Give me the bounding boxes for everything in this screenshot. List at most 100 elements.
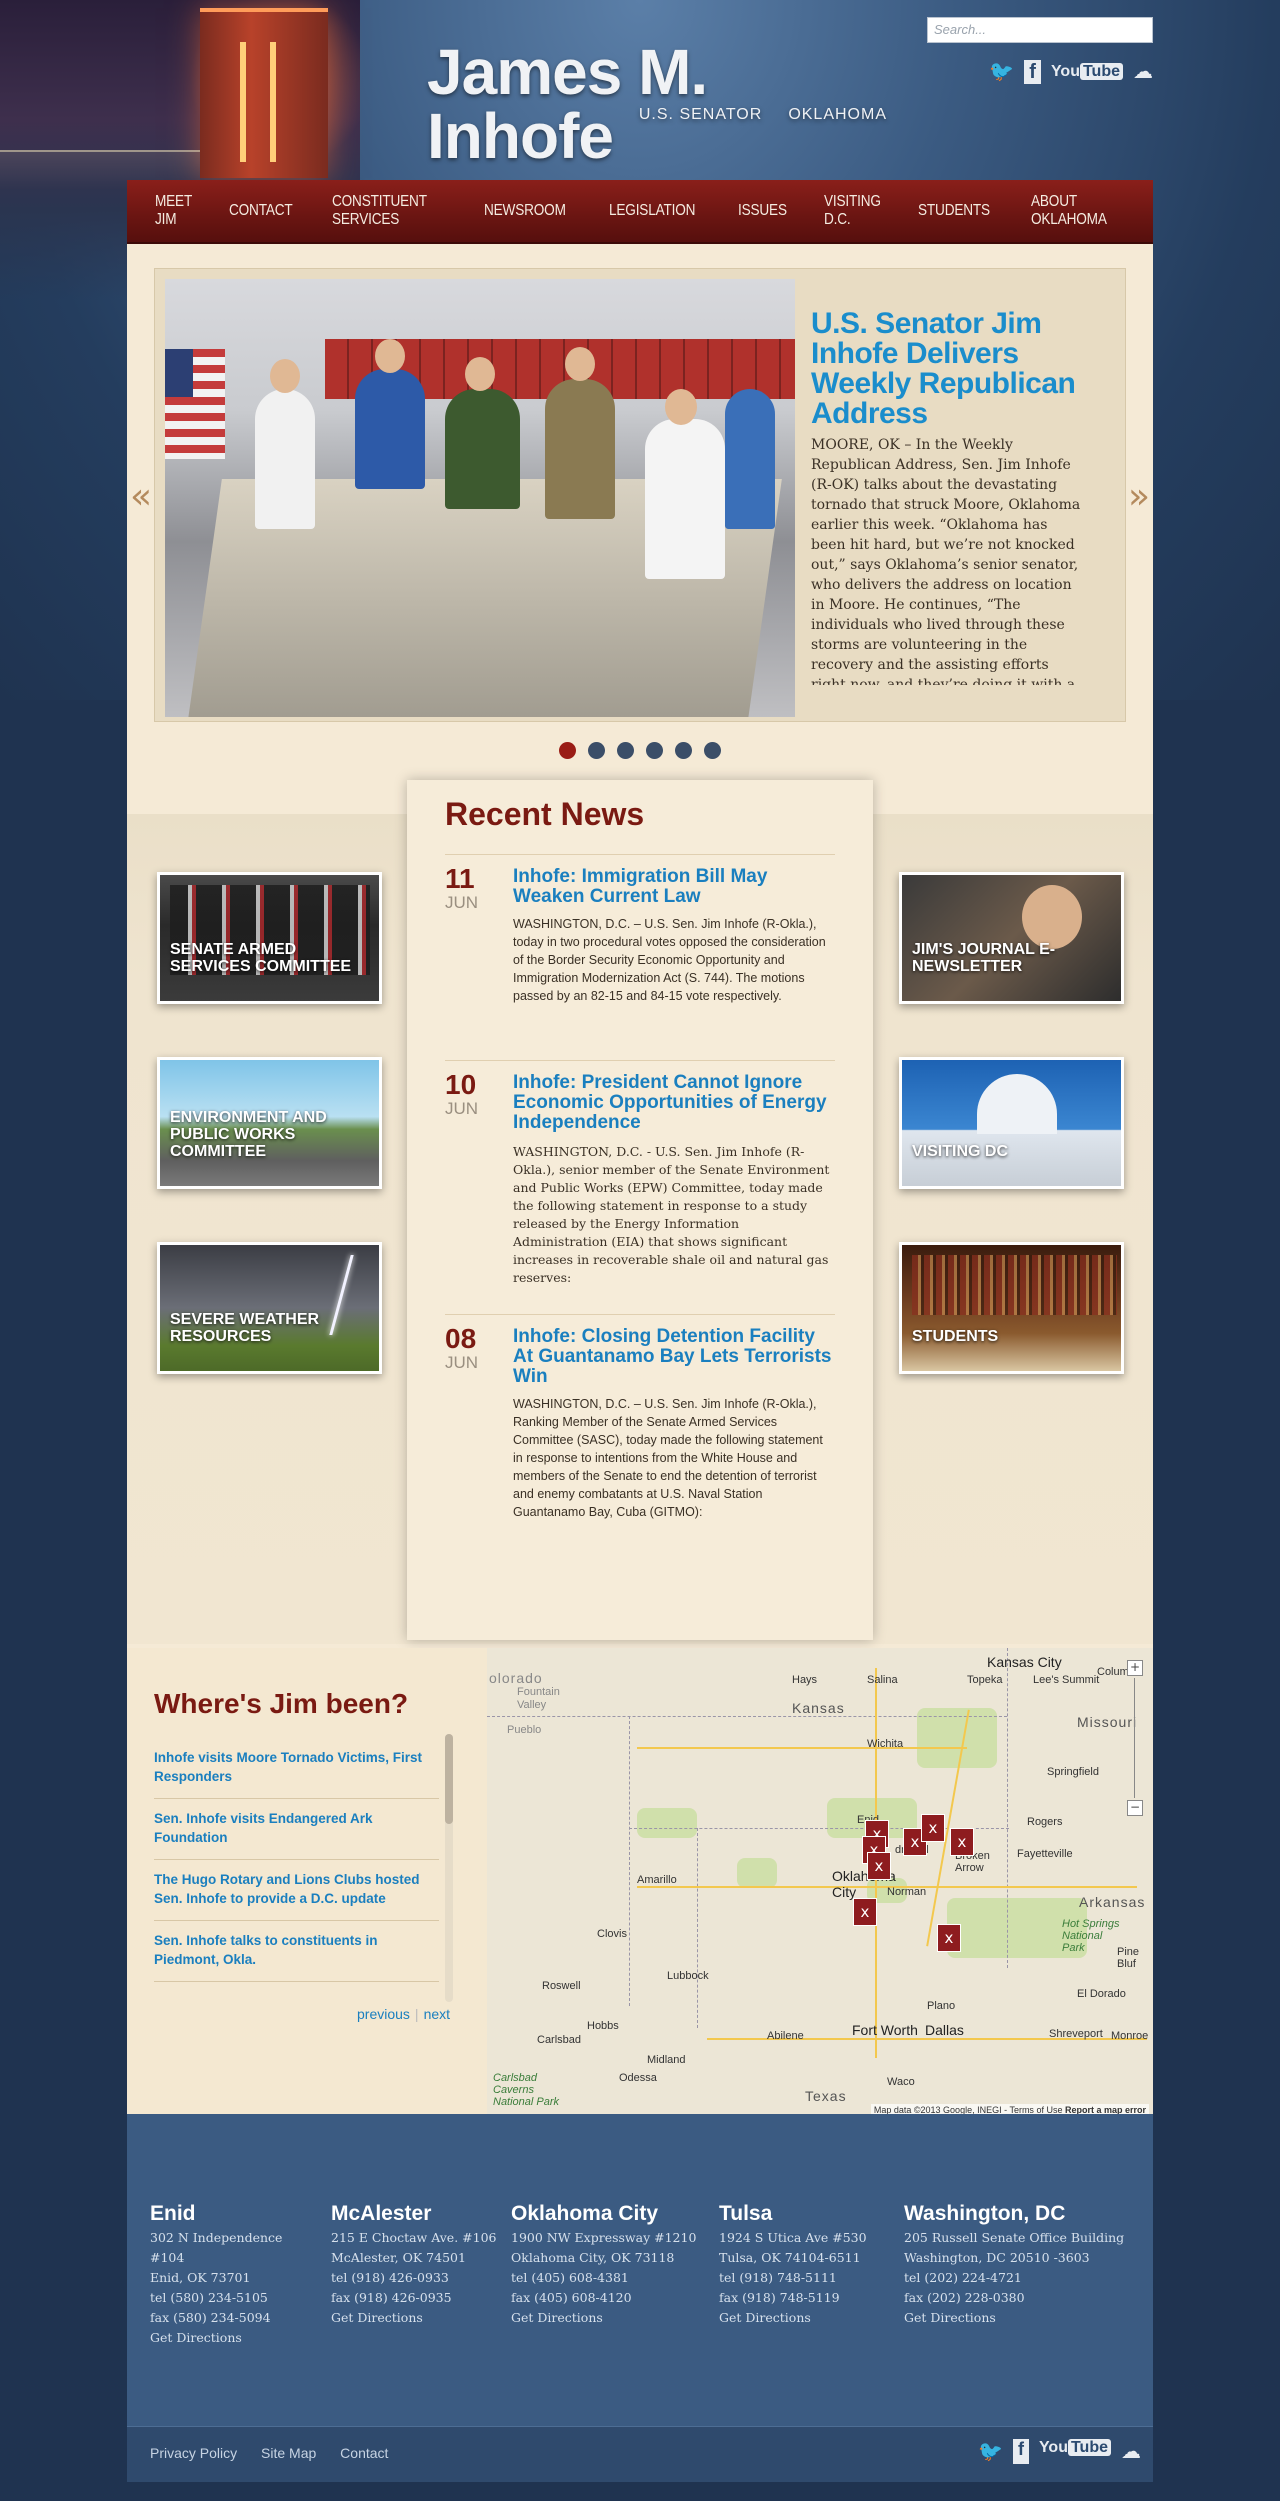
slide-photo[interactable] xyxy=(165,279,795,717)
tile-label: Senate Armed Services Committee xyxy=(170,941,352,975)
map-marker[interactable]: x xyxy=(921,1814,945,1842)
contact-link[interactable]: Contact xyxy=(340,2445,388,2461)
logo-name: James M. Inhofe xyxy=(427,36,708,172)
nav-students[interactable]: STUDENTS xyxy=(918,202,990,220)
flickr-icon[interactable]: ☁ xyxy=(1121,2439,1141,2464)
list-item[interactable]: Sen. Inhofe visits Endangered Ark Founda… xyxy=(154,1799,439,1860)
next-link[interactable]: next xyxy=(424,2006,450,2022)
get-directions-link[interactable]: Get Directions xyxy=(150,2328,310,2348)
map-label: Springfield xyxy=(1047,1766,1099,1778)
tile-visiting-dc[interactable]: Visiting DC xyxy=(899,1057,1124,1189)
news-day: 11 xyxy=(445,863,475,894)
site-header: James M. Inhofe U.S. SENATOR OKLAHOMA Sea… xyxy=(127,0,1153,180)
slider-dot-6[interactable] xyxy=(704,742,721,759)
map-label: Amarillo xyxy=(637,1874,677,1886)
map-label: Texas xyxy=(805,2088,847,2104)
zoom-out-button[interactable]: − xyxy=(1127,1800,1143,1816)
scrollbar-thumb[interactable] xyxy=(445,1734,453,1824)
office-city: Washington, DC xyxy=(904,2202,1066,2225)
map-label: Dallas xyxy=(925,2022,964,2038)
news-month: JUN xyxy=(445,1099,479,1118)
nav-visiting-dc[interactable]: VISITING D.C. xyxy=(824,193,881,229)
office-phone: tel (202) 224-4721 xyxy=(904,2270,1022,2285)
slider-dot-5[interactable] xyxy=(675,742,692,759)
tile-environment[interactable]: Environment and Public Works Committee xyxy=(157,1057,382,1189)
zoom-in-button[interactable]: + xyxy=(1127,1660,1143,1676)
footer-social-links: 🐦 f You Tube ☁ xyxy=(978,2439,1141,2464)
slide-title[interactable]: U.S. Senator Jim Inhofe Delivers Weekly … xyxy=(811,309,1081,429)
map-label: Kansas City xyxy=(987,1654,1062,1670)
office-phone: tel (918) 426-0933 xyxy=(331,2270,449,2285)
privacy-policy-link[interactable]: Privacy Policy xyxy=(150,2445,237,2461)
map-label: Carlsbad Caverns National Park xyxy=(493,2072,560,2108)
twitter-icon[interactable]: 🐦 xyxy=(989,60,1014,84)
list-item[interactable]: Inhofe visits Moore Tornado Victims, Fir… xyxy=(154,1738,439,1799)
get-directions-link[interactable]: Get Directions xyxy=(331,2308,501,2328)
list-item[interactable]: Sen. Inhofe talks to constituents in Pie… xyxy=(154,1921,439,1982)
youtube-icon[interactable]: You Tube xyxy=(1051,63,1123,81)
news-title[interactable]: Inhofe: Closing Detention Facility At Gu… xyxy=(513,1327,835,1387)
map-label: Carlsbad xyxy=(537,2034,582,2046)
nav-newsroom[interactable]: NEWSROOM xyxy=(484,202,566,220)
get-directions-link[interactable]: Get Directions xyxy=(904,2308,1144,2328)
list-item[interactable]: The Hugo Rotary and Lions Clubs hosted S… xyxy=(154,1860,439,1921)
capitol-dome xyxy=(977,1074,1057,1134)
map-label: Plano xyxy=(927,2000,956,2012)
slider-dot-1[interactable] xyxy=(559,742,576,759)
list-scrollbar[interactable] xyxy=(445,1734,453,2002)
tile-jims-journal[interactable]: Jim's Journal E-Newsletter xyxy=(899,872,1124,1004)
office-address: 205 Russell Senate Office Building xyxy=(904,2230,1125,2245)
nav-contact[interactable]: CONTACT xyxy=(229,202,293,220)
tile-students[interactable]: Students xyxy=(899,1242,1124,1374)
search-input[interactable]: Search... xyxy=(927,17,1153,43)
map-marker[interactable]: x xyxy=(950,1828,974,1856)
office-address: 1900 NW Expressway #1210 xyxy=(511,2230,697,2245)
nav-meet-jim[interactable]: MEET JIM xyxy=(155,193,194,229)
slider-prev-button[interactable]: « xyxy=(130,476,152,517)
google-map[interactable]: Kansas City Kansas Topeka Hays Salina Le… xyxy=(487,1648,1153,2118)
news-title[interactable]: Inhofe: Immigration Bill May Weaken Curr… xyxy=(513,867,835,907)
slider-next-button[interactable]: » xyxy=(1128,476,1150,517)
nav-legislation[interactable]: LEGISLATION xyxy=(609,202,695,220)
facebook-icon[interactable]: f xyxy=(1012,2439,1029,2464)
photo-person xyxy=(665,389,697,425)
office-fax: fax (918) 748-5119 xyxy=(719,2290,840,2305)
site-footer: Enid 302 N Independence #104 Enid, OK 73… xyxy=(127,2114,1153,2482)
flickr-icon[interactable]: ☁ xyxy=(1133,60,1153,84)
wheres-jim-list: Inhofe visits Moore Tornado Victims, Fir… xyxy=(154,1738,439,1982)
map-marker[interactable]: x xyxy=(937,1924,961,1952)
tile-label: Environment and Public Works Committee xyxy=(170,1109,327,1160)
previous-link[interactable]: previous xyxy=(357,2006,410,2022)
zoom-slider[interactable] xyxy=(1134,1678,1136,1798)
wheres-jim-heading: Where's Jim been? xyxy=(154,1688,409,1719)
map-label: Odessa xyxy=(619,2072,657,2084)
office-fax: fax (202) 228-0380 xyxy=(904,2290,1025,2305)
map-label: Hot Springs National Park xyxy=(1062,1918,1120,1954)
nav-about-oklahoma[interactable]: ABOUT OKLAHOMA xyxy=(1031,193,1111,229)
get-directions-link[interactable]: Get Directions xyxy=(511,2308,711,2328)
map-marker[interactable]: x xyxy=(867,1852,891,1880)
twitter-icon[interactable]: 🐦 xyxy=(978,2439,1003,2464)
youtube-icon[interactable]: You Tube xyxy=(1039,2439,1111,2464)
youtube-tube: Tube xyxy=(1067,2439,1111,2456)
office-address: Washington, DC 20510 -3603 xyxy=(904,2250,1090,2265)
slider-dot-4[interactable] xyxy=(646,742,663,759)
office-oklahoma-city: Oklahoma City 1900 NW Expressway #1210 O… xyxy=(511,2203,711,2328)
map-label: Norman xyxy=(887,1886,927,1898)
site-logo[interactable]: James M. Inhofe U.S. SENATOR OKLAHOMA xyxy=(427,40,887,168)
tile-label: Visiting DC xyxy=(912,1143,1009,1160)
slider-dot-3[interactable] xyxy=(617,742,634,759)
get-directions-link[interactable]: Get Directions xyxy=(719,2308,899,2328)
slider-dot-2[interactable] xyxy=(588,742,605,759)
nav-issues[interactable]: ISSUES xyxy=(738,202,787,220)
news-date: 10 JUN xyxy=(445,1071,499,1119)
tile-severe-weather[interactable]: Severe Weather Resources xyxy=(157,1242,382,1374)
news-title[interactable]: Inhofe: President Cannot Ignore Economic… xyxy=(513,1073,835,1133)
map-label: Lee's Summit xyxy=(1033,1674,1100,1686)
map-marker[interactable]: x xyxy=(853,1898,877,1926)
news-item: 10 JUN Inhofe: President Cannot Ignore E… xyxy=(445,1060,835,1310)
site-map-link[interactable]: Site Map xyxy=(261,2445,316,2461)
tile-armed-services[interactable]: Senate Armed Services Committee xyxy=(157,872,382,1004)
nav-constituent-services[interactable]: CONSTITUENT SERVICES xyxy=(332,193,438,229)
facebook-icon[interactable]: f xyxy=(1024,60,1041,84)
